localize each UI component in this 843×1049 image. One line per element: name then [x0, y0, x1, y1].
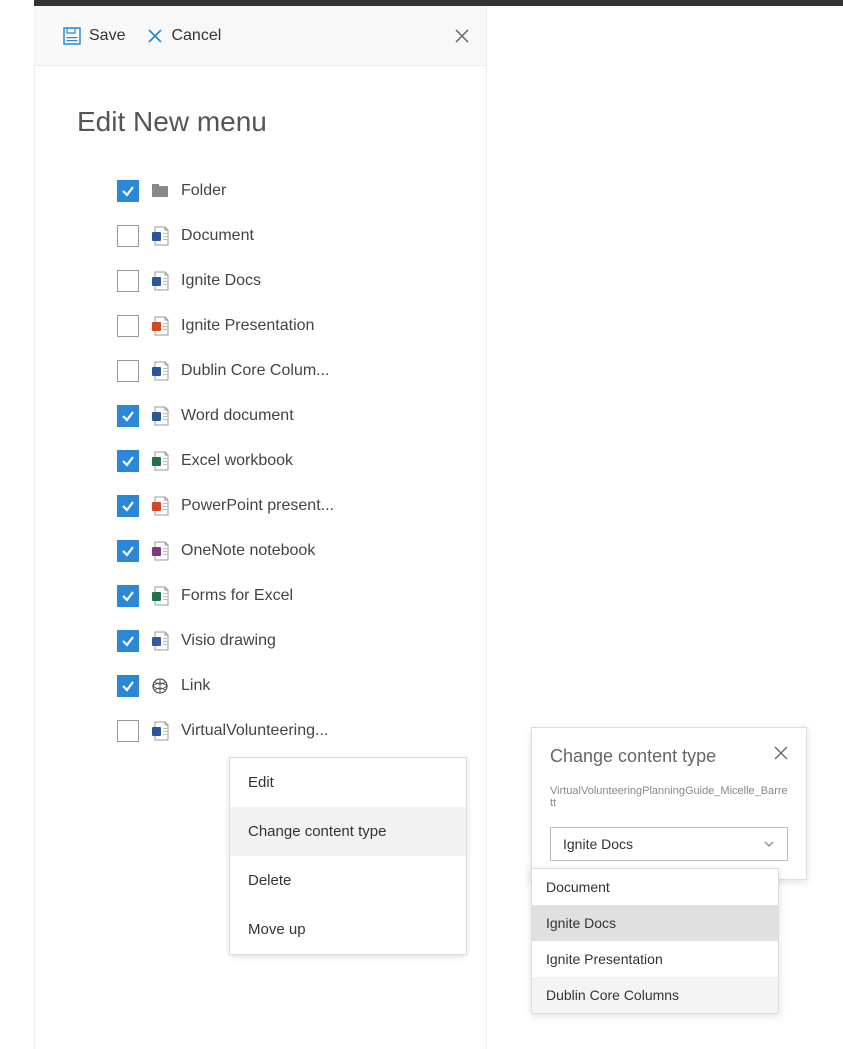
item-checkbox[interactable]: [117, 540, 139, 562]
powerpoint-file-icon: [151, 495, 169, 517]
popup-subtitle: VirtualVolunteeringPlanningGuide_Micelle…: [550, 785, 788, 809]
item-checkbox[interactable]: [117, 720, 139, 742]
item-label: Word document: [181, 407, 294, 425]
panel-title: Edit New menu: [77, 106, 486, 138]
item-checkbox[interactable]: [117, 585, 139, 607]
context-menu: EditChange content typeDeleteMove up: [229, 757, 467, 955]
popup-close-button[interactable]: [774, 746, 788, 760]
item-checkbox[interactable]: [117, 450, 139, 472]
word-file-icon: [151, 405, 169, 427]
item-checkbox[interactable]: [117, 225, 139, 247]
item-label: OneNote notebook: [181, 542, 315, 560]
dropdown-option[interactable]: Document: [532, 869, 778, 905]
context-menu-item[interactable]: Edit: [230, 758, 466, 807]
popup-header: Change content type: [550, 746, 788, 767]
content-type-dropdown: DocumentIgnite DocsIgnite PresentationDu…: [531, 868, 779, 1014]
list-item[interactable]: Excel workbook: [117, 438, 486, 483]
popup-title: Change content type: [550, 746, 716, 767]
item-label: VirtualVolunteering...: [181, 722, 328, 740]
word-file-icon: [151, 720, 169, 742]
item-label: Ignite Presentation: [181, 317, 314, 335]
item-label: Forms for Excel: [181, 587, 293, 605]
link-icon: [151, 675, 169, 697]
list-item[interactable]: Document: [117, 213, 486, 258]
list-item[interactable]: PowerPoint present...: [117, 483, 486, 528]
list-item[interactable]: Ignite Docs: [117, 258, 486, 303]
panel-toolbar: Save Cancel: [35, 6, 486, 66]
item-label: Visio drawing: [181, 632, 276, 650]
list-item[interactable]: Word document: [117, 393, 486, 438]
word-file-icon: [151, 360, 169, 382]
item-label: Link: [181, 677, 210, 695]
dropdown-option[interactable]: Dublin Core Columns: [532, 977, 778, 1013]
item-label: Document: [181, 227, 254, 245]
item-checkbox[interactable]: [117, 675, 139, 697]
save-button[interactable]: Save: [63, 27, 125, 45]
item-label: Excel workbook: [181, 452, 293, 470]
word-file-icon: [151, 270, 169, 292]
save-label: Save: [89, 27, 125, 45]
dropdown-option[interactable]: Ignite Presentation: [532, 941, 778, 977]
item-checkbox[interactable]: [117, 270, 139, 292]
list-item[interactable]: Forms for Excel: [117, 573, 486, 618]
list-item[interactable]: VirtualVolunteering...: [117, 708, 486, 753]
list-item[interactable]: Folder: [117, 168, 486, 213]
excel-file-icon: [151, 585, 169, 607]
folder-icon: [151, 180, 169, 202]
item-label: PowerPoint present...: [181, 497, 334, 515]
visio-file-icon: [151, 630, 169, 652]
dropdown-option[interactable]: Ignite Docs: [532, 905, 778, 941]
item-label: Dublin Core Colum...: [181, 362, 330, 380]
context-menu-item[interactable]: Move up: [230, 905, 466, 954]
list-item[interactable]: Ignite Presentation: [117, 303, 486, 348]
content-type-select[interactable]: Ignite Docs: [550, 827, 788, 861]
cancel-x-icon: [147, 28, 163, 44]
context-menu-item[interactable]: Change content type: [230, 807, 466, 856]
chevron-down-icon: [763, 838, 775, 850]
item-label: Ignite Docs: [181, 272, 261, 290]
close-button[interactable]: [454, 28, 470, 44]
list-item[interactable]: OneNote notebook: [117, 528, 486, 573]
item-list: Folder Document Ignite Docs Ignite Presenta…: [35, 168, 486, 753]
save-icon: [63, 27, 81, 45]
context-menu-item[interactable]: Delete: [230, 856, 466, 905]
cancel-label: Cancel: [171, 27, 221, 45]
select-value: Ignite Docs: [563, 836, 633, 852]
item-checkbox[interactable]: [117, 495, 139, 517]
item-checkbox[interactable]: [117, 360, 139, 382]
change-content-type-popup: Change content type VirtualVolunteeringP…: [531, 727, 807, 880]
item-label: Folder: [181, 182, 226, 200]
onenote-file-icon: [151, 540, 169, 562]
powerpoint-file-icon: [151, 315, 169, 337]
list-item[interactable]: Visio drawing: [117, 618, 486, 663]
item-checkbox[interactable]: [117, 630, 139, 652]
item-checkbox[interactable]: [117, 180, 139, 202]
excel-file-icon: [151, 450, 169, 472]
word-file-icon: [151, 225, 169, 247]
list-item[interactable]: Link: [117, 663, 486, 708]
cancel-button[interactable]: Cancel: [147, 27, 221, 45]
item-checkbox[interactable]: [117, 405, 139, 427]
item-checkbox[interactable]: [117, 315, 139, 337]
list-item[interactable]: Dublin Core Colum...: [117, 348, 486, 393]
